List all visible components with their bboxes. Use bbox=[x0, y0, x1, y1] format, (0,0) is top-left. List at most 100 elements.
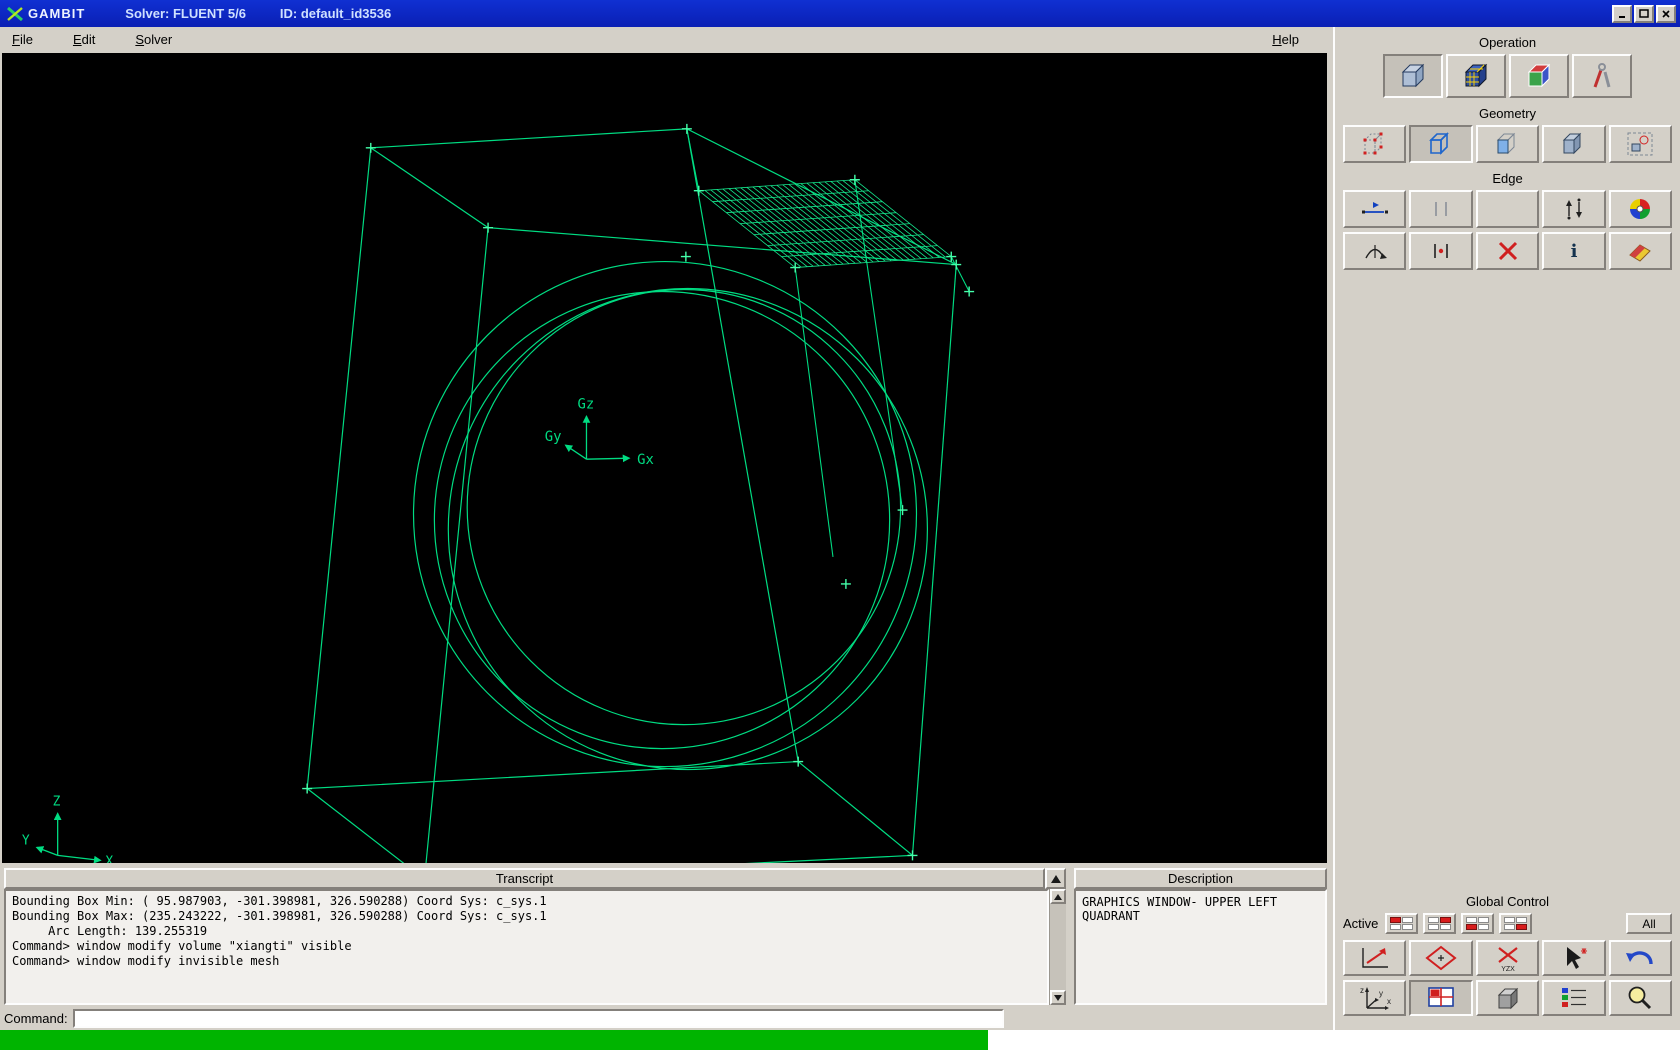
wireframe-scene: Gz Gy Gx Z Y X bbox=[22, 123, 975, 864]
transcript-scrollbar[interactable] bbox=[1049, 889, 1066, 1006]
control-panel: Operation Geometry Edge i Global Control… bbox=[1333, 27, 1680, 1030]
quadrant-cell bbox=[1402, 917, 1414, 923]
command-row: Command: bbox=[4, 1007, 1004, 1030]
quadrant-cell bbox=[1504, 917, 1516, 923]
edge-connect-button[interactable] bbox=[1342, 232, 1407, 270]
titlebar: GAMBIT Solver: FLUENT 5/6 ID: default_id… bbox=[0, 0, 1680, 27]
transcript-collapse-button[interactable] bbox=[1045, 868, 1066, 890]
gambit-window: GAMBIT Solver: FLUENT 5/6 ID: default_id… bbox=[0, 0, 1680, 1050]
magnifier-icon bbox=[1628, 986, 1652, 1010]
face-icon bbox=[1496, 132, 1515, 155]
orient-view-button[interactable]: YZX bbox=[1475, 940, 1540, 976]
minimize-button[interactable] bbox=[1612, 4, 1632, 23]
geometry-face-button[interactable] bbox=[1475, 125, 1540, 163]
quadrant-upper-right-button[interactable] bbox=[1423, 913, 1457, 934]
close-button[interactable] bbox=[1656, 4, 1676, 23]
menu-help[interactable]: Help bbox=[1272, 32, 1299, 47]
active-quadrant-row: Active All bbox=[1343, 913, 1672, 934]
edge-blank-button[interactable] bbox=[1475, 190, 1540, 228]
volume-icon bbox=[1562, 132, 1582, 155]
scroll-down-button[interactable] bbox=[1050, 990, 1066, 1006]
zoom-button[interactable] bbox=[1608, 980, 1673, 1016]
split-icon bbox=[1434, 244, 1448, 258]
close-icon bbox=[1662, 9, 1670, 18]
edge-create-button[interactable] bbox=[1342, 190, 1407, 228]
inlet-duct-lines bbox=[686, 128, 970, 558]
global-control-section: Global Control Active All YZX z y x bbox=[1342, 890, 1673, 1020]
operation-tools-button[interactable] bbox=[1572, 54, 1632, 98]
solver-label: Solver: FLUENT 5/6 bbox=[125, 6, 246, 21]
transcript-log: Bounding Box Min: ( 95.987903, -301.3989… bbox=[4, 889, 1049, 1006]
select-pick-button[interactable] bbox=[1542, 940, 1606, 976]
geometry-edge-button[interactable] bbox=[1409, 125, 1473, 163]
transcript-line: Command> window modify invisible mesh bbox=[12, 954, 280, 969]
specify-display-button[interactable] bbox=[1542, 980, 1606, 1016]
edge-toolbar-row1 bbox=[1342, 190, 1673, 228]
session-id-label: ID: default_id3536 bbox=[279, 6, 392, 21]
edge-icon bbox=[1429, 132, 1450, 155]
global-toolbar-row1: YZX bbox=[1342, 940, 1673, 976]
edge-link-icon bbox=[1435, 202, 1447, 216]
pivot-diamond-icon bbox=[1425, 945, 1457, 971]
io-row: Transcript Bounding Box Min: ( 95.987903… bbox=[0, 863, 1333, 1006]
vertex-markers bbox=[301, 123, 975, 862]
quadrant-cell bbox=[1428, 917, 1440, 923]
quadrant-cell bbox=[1478, 924, 1490, 930]
app-title: GAMBIT bbox=[28, 6, 86, 21]
axis-z-label: Z bbox=[53, 794, 61, 809]
quadrant-cell bbox=[1478, 917, 1490, 923]
minimize-icon bbox=[1619, 15, 1625, 18]
maximize-icon bbox=[1639, 8, 1649, 18]
gambit-logo-icon bbox=[7, 6, 23, 21]
edge-color-button[interactable] bbox=[1608, 190, 1673, 228]
edge-erase-button[interactable] bbox=[1608, 232, 1673, 270]
maximize-button[interactable] bbox=[1634, 4, 1654, 23]
fit-to-window-button[interactable] bbox=[1342, 940, 1407, 976]
command-input[interactable] bbox=[72, 1009, 1004, 1029]
scroll-up-button[interactable] bbox=[1050, 889, 1066, 905]
operation-zones-button[interactable] bbox=[1509, 54, 1569, 98]
render-cube-icon bbox=[1497, 987, 1518, 1010]
geometry-group-button[interactable] bbox=[1608, 125, 1673, 163]
edge-link-button[interactable] bbox=[1409, 190, 1473, 228]
screen-quadrant-button[interactable] bbox=[1409, 980, 1473, 1016]
edge-info-button[interactable]: i bbox=[1542, 232, 1606, 270]
quadrant-cell bbox=[1440, 917, 1452, 923]
transcript-line: Command> window modify volume "xiangti" … bbox=[12, 939, 352, 954]
pointer-icon bbox=[1566, 947, 1587, 969]
edge-split-button[interactable] bbox=[1409, 232, 1473, 270]
render-mode-button[interactable] bbox=[1475, 980, 1540, 1016]
operation-geometry-button[interactable] bbox=[1383, 54, 1443, 98]
drum-circles bbox=[412, 260, 929, 771]
transcript-panel: Transcript Bounding Box Min: ( 95.987903… bbox=[4, 868, 1066, 1006]
axes-orient-button[interactable]: z y x bbox=[1342, 980, 1407, 1016]
quadrant-lower-right-button[interactable] bbox=[1499, 913, 1533, 934]
menu-edit[interactable]: Edit bbox=[73, 32, 95, 47]
corner-triad-labels: Z Y X bbox=[22, 794, 113, 863]
scrollbar-trough[interactable] bbox=[1050, 904, 1066, 990]
quadrant-lower-left-button[interactable] bbox=[1461, 913, 1495, 934]
all-quadrants-button[interactable]: All bbox=[1626, 913, 1672, 934]
connect-arc-icon bbox=[1365, 245, 1387, 259]
undo-button[interactable] bbox=[1608, 940, 1673, 976]
svg-text:y: y bbox=[1379, 989, 1383, 998]
center-triad-labels: Gz Gy Gx bbox=[545, 396, 654, 468]
delete-x-icon bbox=[1498, 241, 1517, 261]
pivot-button[interactable] bbox=[1409, 940, 1473, 976]
svg-text:i: i bbox=[1570, 241, 1577, 262]
quadrant-upper-left-button[interactable] bbox=[1385, 913, 1419, 934]
operation-mesh-button[interactable] bbox=[1446, 54, 1506, 98]
graphics-viewport[interactable]: Gz Gy Gx Z Y X bbox=[2, 52, 1327, 864]
tools-icon bbox=[1593, 63, 1611, 88]
edge-reverse-button[interactable] bbox=[1542, 190, 1606, 228]
edge-delete-button[interactable] bbox=[1475, 232, 1540, 270]
axis-gz-label: Gz bbox=[578, 396, 595, 412]
geometry-volume-button[interactable] bbox=[1542, 125, 1606, 163]
menu-solver[interactable]: Solver bbox=[135, 32, 172, 47]
geometry-vertex-button[interactable] bbox=[1342, 125, 1407, 163]
description-text: GRAPHICS WINDOW- UPPER LEFT QUADRANT bbox=[1074, 889, 1327, 1006]
mesh-plate-grid bbox=[698, 179, 952, 268]
transcript-header: Transcript bbox=[4, 868, 1045, 890]
menu-file[interactable]: File bbox=[12, 32, 33, 47]
axes-triad-icon: z y x bbox=[1360, 986, 1391, 1010]
